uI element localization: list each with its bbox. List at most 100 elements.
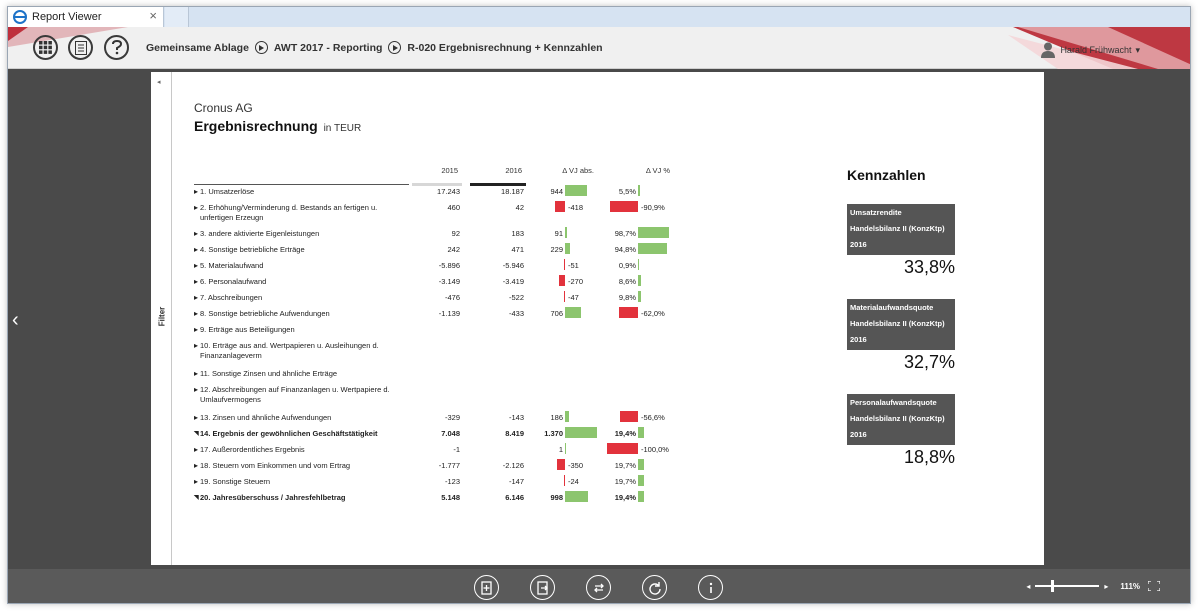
zoom-control: ◂ ▸ 111% xyxy=(1026,580,1160,592)
info-button[interactable] xyxy=(698,575,723,600)
report-title-text: Ergebnisrechnung xyxy=(194,118,318,134)
delta-abs-bar xyxy=(563,291,565,302)
footer-toolbar: ◂ ▸ 111% xyxy=(8,569,1190,603)
refresh-icon xyxy=(648,581,661,595)
user-menu[interactable]: Harald Frühwacht ▾ xyxy=(1041,42,1140,58)
breadcrumb-item[interactable]: AWT 2017 - Reporting xyxy=(274,42,383,54)
kpi-card[interactable]: Umsatzrendite Handelsbilanz II (KonzKtp) 2… xyxy=(847,204,955,278)
refresh-button[interactable] xyxy=(642,575,667,600)
kpi-card[interactable]: Materialaufwandsquote Handelsbilanz II (K… xyxy=(847,299,955,373)
list-icon xyxy=(74,40,87,55)
report-title: Ergebnisrechnung in TEUR xyxy=(194,118,361,134)
cell-2015: -3.149 xyxy=(438,277,460,286)
swap-button[interactable] xyxy=(586,575,611,600)
breadcrumb-separator-icon xyxy=(388,41,402,54)
delta-pct-bar xyxy=(638,275,641,286)
delta-pct-bar xyxy=(638,227,669,238)
delta-abs-value: 186 xyxy=(550,413,563,422)
filter-label: Filter xyxy=(157,306,167,327)
kpi-card[interactable]: Personalaufwandsquote Handelsbilanz II (K… xyxy=(847,394,955,468)
row-label[interactable]: 17. Außerordentliches Ergebnis xyxy=(194,445,405,455)
row-label[interactable]: 13. Zinsen und ähnliche Aufwendungen xyxy=(194,413,405,423)
delta-pct-bar xyxy=(638,259,639,270)
row-label[interactable]: 4. Sonstige betriebliche Erträge xyxy=(194,245,405,255)
row-label[interactable]: 8. Sonstige betriebliche Aufwendungen xyxy=(194,309,405,319)
breadcrumb-separator-icon xyxy=(254,41,268,54)
delta-abs-value: 91 xyxy=(554,229,563,238)
zoom-slider[interactable] xyxy=(1035,580,1100,592)
row-label[interactable]: 14. Ergebnis der gewöhnlichen Geschäftst… xyxy=(194,429,405,439)
row-label[interactable]: 20. Jahresüberschuss / Jahresfehlbetrag xyxy=(194,493,405,503)
tab-title: Report Viewer xyxy=(32,11,102,23)
delta-abs-value: -47 xyxy=(568,293,579,302)
row-label[interactable]: 12. Abschreibungen auf Finanzanlagen u. … xyxy=(194,385,405,405)
tab-report-viewer[interactable]: Report Viewer × xyxy=(8,7,164,27)
reports-list-button[interactable] xyxy=(68,35,93,60)
kpi-basis: Handelsbilanz II (KonzKtp) xyxy=(850,224,945,233)
row-label[interactable]: 6. Personalaufwand xyxy=(194,277,405,287)
zoom-level: 111% xyxy=(1120,581,1140,591)
dashboard-button[interactable] xyxy=(33,35,58,60)
header-divider xyxy=(194,184,409,185)
breadcrumb: Gemeinsame Ablage AWT 2017 - Reporting R… xyxy=(146,41,603,54)
delta-abs-value: 1 xyxy=(558,445,563,454)
breadcrumb-item[interactable]: Gemeinsame Ablage xyxy=(146,42,249,54)
delta-abs-value: -51 xyxy=(568,261,579,270)
kpi-basis: Handelsbilanz II (KonzKtp) xyxy=(850,319,945,328)
filter-panel-toggle[interactable]: ◂ Filter xyxy=(151,72,172,565)
cell-2016: 183 xyxy=(511,229,524,238)
cell-2016: 42 xyxy=(515,203,524,212)
delta-pct-bar xyxy=(618,307,638,318)
back-icon[interactable]: ‹ xyxy=(12,309,28,331)
delta-abs-bar xyxy=(563,259,565,270)
cell-2015: 17.243 xyxy=(437,187,460,196)
row-label[interactable]: 9. Erträge aus Beteiligungen xyxy=(194,325,405,335)
zoom-in-icon[interactable]: ▸ xyxy=(1104,582,1108,591)
row-label[interactable]: 3. andere aktivierte Eigenleistungen xyxy=(194,229,405,239)
cell-2016: -5.946 xyxy=(502,261,524,270)
swap-icon xyxy=(593,583,604,592)
delta-abs-bar xyxy=(565,227,568,238)
cell-2015: -476 xyxy=(444,293,460,302)
zoom-out-icon[interactable]: ◂ xyxy=(1026,582,1030,591)
delta-pct-value: 5,5% xyxy=(618,187,636,196)
row-label[interactable]: 7. Abschreibungen xyxy=(194,293,405,303)
cell-2015: -5.896 xyxy=(438,261,460,270)
delta-abs-bar xyxy=(565,491,588,502)
delta-pct-value: 0,9% xyxy=(618,261,636,270)
row-label[interactable]: 2. Erhöhung/Verminderung d. Bestands an … xyxy=(194,203,405,223)
delta-abs-bar xyxy=(565,307,582,318)
delta-pct-bar xyxy=(638,491,644,502)
fullscreen-icon[interactable] xyxy=(1148,581,1160,591)
delta-abs-value: 706 xyxy=(550,309,563,318)
cell-2016: -143 xyxy=(508,413,524,422)
row-label[interactable]: 5. Materialaufwand xyxy=(194,261,405,271)
tab-close-icon[interactable]: × xyxy=(149,9,157,23)
row-label[interactable]: 1. Umsatzerlöse xyxy=(194,187,405,197)
add-page-button[interactable] xyxy=(474,575,499,600)
cell-2016: 18.187 xyxy=(501,187,524,196)
row-label[interactable]: 19. Sonstige Steuern xyxy=(194,477,405,487)
user-avatar-icon xyxy=(1041,42,1056,58)
kpi-name: Umsatzrendite xyxy=(850,208,902,217)
export-button[interactable] xyxy=(530,575,555,600)
delta-pct-bar xyxy=(638,427,644,438)
collapse-arrow-icon[interactable]: ◂ xyxy=(157,78,161,86)
delta-pct-value: 9,8% xyxy=(618,293,636,302)
row-label[interactable]: 11. Sonstige Zinsen und ähnliche Erträge xyxy=(194,369,405,379)
zoom-slider-thumb[interactable] xyxy=(1051,580,1055,592)
delta-abs-bar xyxy=(555,201,565,212)
help-button[interactable] xyxy=(104,35,129,60)
cell-2015: -1.777 xyxy=(438,461,460,470)
add-page-icon xyxy=(480,580,492,595)
delta-pct-value: 19,4% xyxy=(614,493,636,502)
report-page: ◂ Filter Cronus AG Ergebnisrechnung in T… xyxy=(151,72,1044,565)
delta-abs-value: -270 xyxy=(568,277,584,286)
delta-pct-bar xyxy=(607,443,638,454)
new-tab-button[interactable] xyxy=(165,7,189,27)
kpi-year: 2016 xyxy=(850,240,867,249)
row-label[interactable]: 18. Steuern vom Einkommen und vom Ertrag xyxy=(194,461,405,471)
delta-pct-bar xyxy=(638,185,640,196)
kpi-value: 18,8% xyxy=(903,447,955,467)
row-label[interactable]: 10. Erträge aus and. Wertpapieren u. Aus… xyxy=(194,341,405,361)
